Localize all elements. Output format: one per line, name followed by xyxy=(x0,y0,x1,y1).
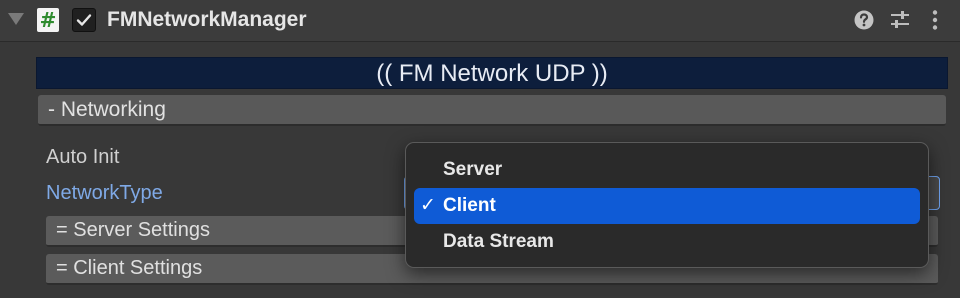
help-icon[interactable] xyxy=(853,9,875,31)
kebab-menu-icon[interactable] xyxy=(927,9,943,31)
option-label: Data Stream xyxy=(443,231,554,252)
network-type-label: NetworkType xyxy=(46,182,163,204)
preset-icon[interactable] xyxy=(889,9,911,31)
foldout-arrow-icon[interactable] xyxy=(8,13,24,25)
option-label: Server xyxy=(443,159,503,180)
option-label: Client xyxy=(443,195,496,216)
network-type-popup-menu: Server ✓ Client Data Stream xyxy=(405,142,929,268)
checkmark-icon xyxy=(76,14,92,26)
option-client[interactable]: ✓ Client xyxy=(414,188,920,224)
script-icon: # xyxy=(37,8,59,32)
option-data-stream[interactable]: Data Stream xyxy=(414,224,920,260)
option-server[interactable]: Server xyxy=(414,152,920,188)
title-banner: (( FM Network UDP )) xyxy=(36,57,948,89)
auto-init-label: Auto Init xyxy=(46,146,120,168)
enable-checkbox[interactable] xyxy=(72,8,96,32)
networking-section-foldout[interactable]: - Networking xyxy=(38,95,946,126)
component-header: # FMNetworkManager xyxy=(0,0,960,42)
component-title: FMNetworkManager xyxy=(107,8,307,31)
selected-check-icon: ✓ xyxy=(420,195,436,216)
